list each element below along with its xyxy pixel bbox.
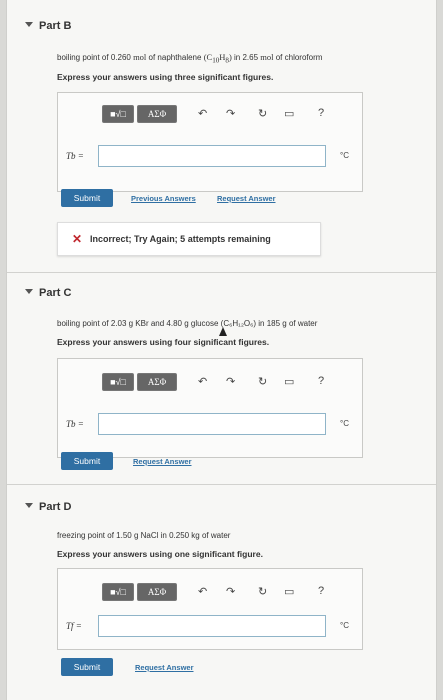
redo-icon[interactable]: ↷ — [226, 585, 235, 598]
help-icon[interactable]: ? — [318, 375, 324, 387]
assignment-page: Part B boiling point of 0.260 mol of nap… — [6, 0, 437, 700]
part-d-instruction: Express your answers using one significa… — [57, 549, 263, 559]
help-icon[interactable]: ? — [318, 107, 324, 119]
part-d-header[interactable]: Part D — [25, 501, 72, 513]
answer-label: Tb = — [66, 419, 84, 429]
reset-icon[interactable]: ↻ — [258, 585, 267, 598]
reset-icon[interactable]: ↻ — [258, 107, 267, 120]
part-b-title: Part B — [39, 20, 72, 32]
part-c-question: boiling point of 2.03 g KBr and 4.80 g g… — [57, 319, 318, 328]
answer-input[interactable] — [98, 145, 326, 167]
math-toolbar: ■√□ ΑΣΦ — [102, 105, 177, 123]
q-text: boiling point of 0.260 — [57, 53, 134, 62]
greek-symbols-button[interactable]: ΑΣΦ — [137, 583, 177, 601]
help-icon[interactable]: ? — [318, 585, 324, 597]
q-text: of naphthalene — [146, 53, 204, 62]
request-answer-link[interactable]: Request Answer — [135, 663, 194, 672]
feedback-box: ✕ Incorrect; Try Again; 5 attempts remai… — [57, 222, 321, 256]
q-formula: (C10H8) — [203, 52, 232, 65]
answer-label: Tf = — [66, 621, 82, 631]
feedback-text: Incorrect; Try Again; 5 attempts remaini… — [90, 234, 271, 244]
undo-icon[interactable]: ↶ — [198, 107, 207, 120]
answer-input[interactable] — [98, 413, 326, 435]
answer-input[interactable] — [98, 615, 326, 637]
math-template-button[interactable]: ■√□ — [102, 373, 134, 391]
part-d-answer-panel: ■√□ ΑΣΦ ↶ ↷ ↻ ▭ ? Tf = °C — [57, 568, 363, 650]
submit-button[interactable]: Submit — [61, 189, 113, 207]
submit-button[interactable]: Submit — [61, 452, 113, 470]
answer-label: Tb = — [66, 151, 84, 161]
greek-symbols-button[interactable]: ΑΣΦ — [137, 105, 177, 123]
keyboard-icon[interactable]: ▭ — [284, 585, 294, 598]
previous-answers-link[interactable]: Previous Answers — [131, 194, 196, 203]
part-d-title: Part D — [39, 501, 72, 513]
math-template-button[interactable]: ■√□ — [102, 583, 134, 601]
undo-icon[interactable]: ↶ — [198, 375, 207, 388]
keyboard-icon[interactable]: ▭ — [284, 107, 294, 120]
part-d-question: freezing point of 1.50 g NaCl in 0.250 k… — [57, 531, 231, 540]
greek-symbols-button[interactable]: ΑΣΦ — [137, 373, 177, 391]
answer-unit: °C — [340, 419, 349, 428]
request-answer-link[interactable]: Request Answer — [217, 194, 276, 203]
request-answer-link[interactable]: Request Answer — [133, 457, 192, 466]
submit-button[interactable]: Submit — [61, 658, 113, 676]
collapse-caret-icon[interactable] — [25, 22, 33, 27]
collapse-caret-icon[interactable] — [25, 503, 33, 508]
q-text: in 2.65 — [231, 53, 261, 62]
math-toolbar: ■√□ ΑΣΦ — [102, 583, 177, 601]
q-unit: mol — [260, 52, 274, 62]
math-template-button[interactable]: ■√□ — [102, 105, 134, 123]
redo-icon[interactable]: ↷ — [226, 375, 235, 388]
mouse-cursor-icon — [219, 327, 227, 336]
divider — [7, 484, 436, 485]
incorrect-icon: ✕ — [72, 232, 83, 246]
undo-icon[interactable]: ↶ — [198, 585, 207, 598]
divider — [7, 272, 436, 273]
part-c-instruction: Express your answers using four signific… — [57, 337, 270, 347]
q-formula-part: (C — [203, 52, 213, 62]
part-b-answer-panel: ■√□ ΑΣΦ ↶ ↷ ↻ ▭ ? Tb = °C — [57, 92, 363, 192]
answer-unit: °C — [340, 621, 349, 630]
collapse-caret-icon[interactable] — [25, 289, 33, 294]
part-c-title: Part C — [39, 287, 72, 299]
q-unit: mol — [133, 52, 147, 62]
part-b-header[interactable]: Part B — [25, 20, 72, 32]
q-text: of chloroform — [273, 53, 323, 62]
redo-icon[interactable]: ↷ — [226, 107, 235, 120]
part-c-header[interactable]: Part C — [25, 287, 72, 299]
answer-unit: °C — [340, 151, 349, 160]
keyboard-icon[interactable]: ▭ — [284, 375, 294, 388]
part-b-question: boiling point of 0.260 mol of naphthalen… — [57, 52, 322, 65]
math-toolbar: ■√□ ΑΣΦ — [102, 373, 177, 391]
reset-icon[interactable]: ↻ — [258, 375, 267, 388]
part-b-instruction: Express your answers using three signifi… — [57, 72, 274, 82]
part-c-answer-panel: ■√□ ΑΣΦ ↶ ↷ ↻ ▭ ? Tb = °C — [57, 358, 363, 458]
